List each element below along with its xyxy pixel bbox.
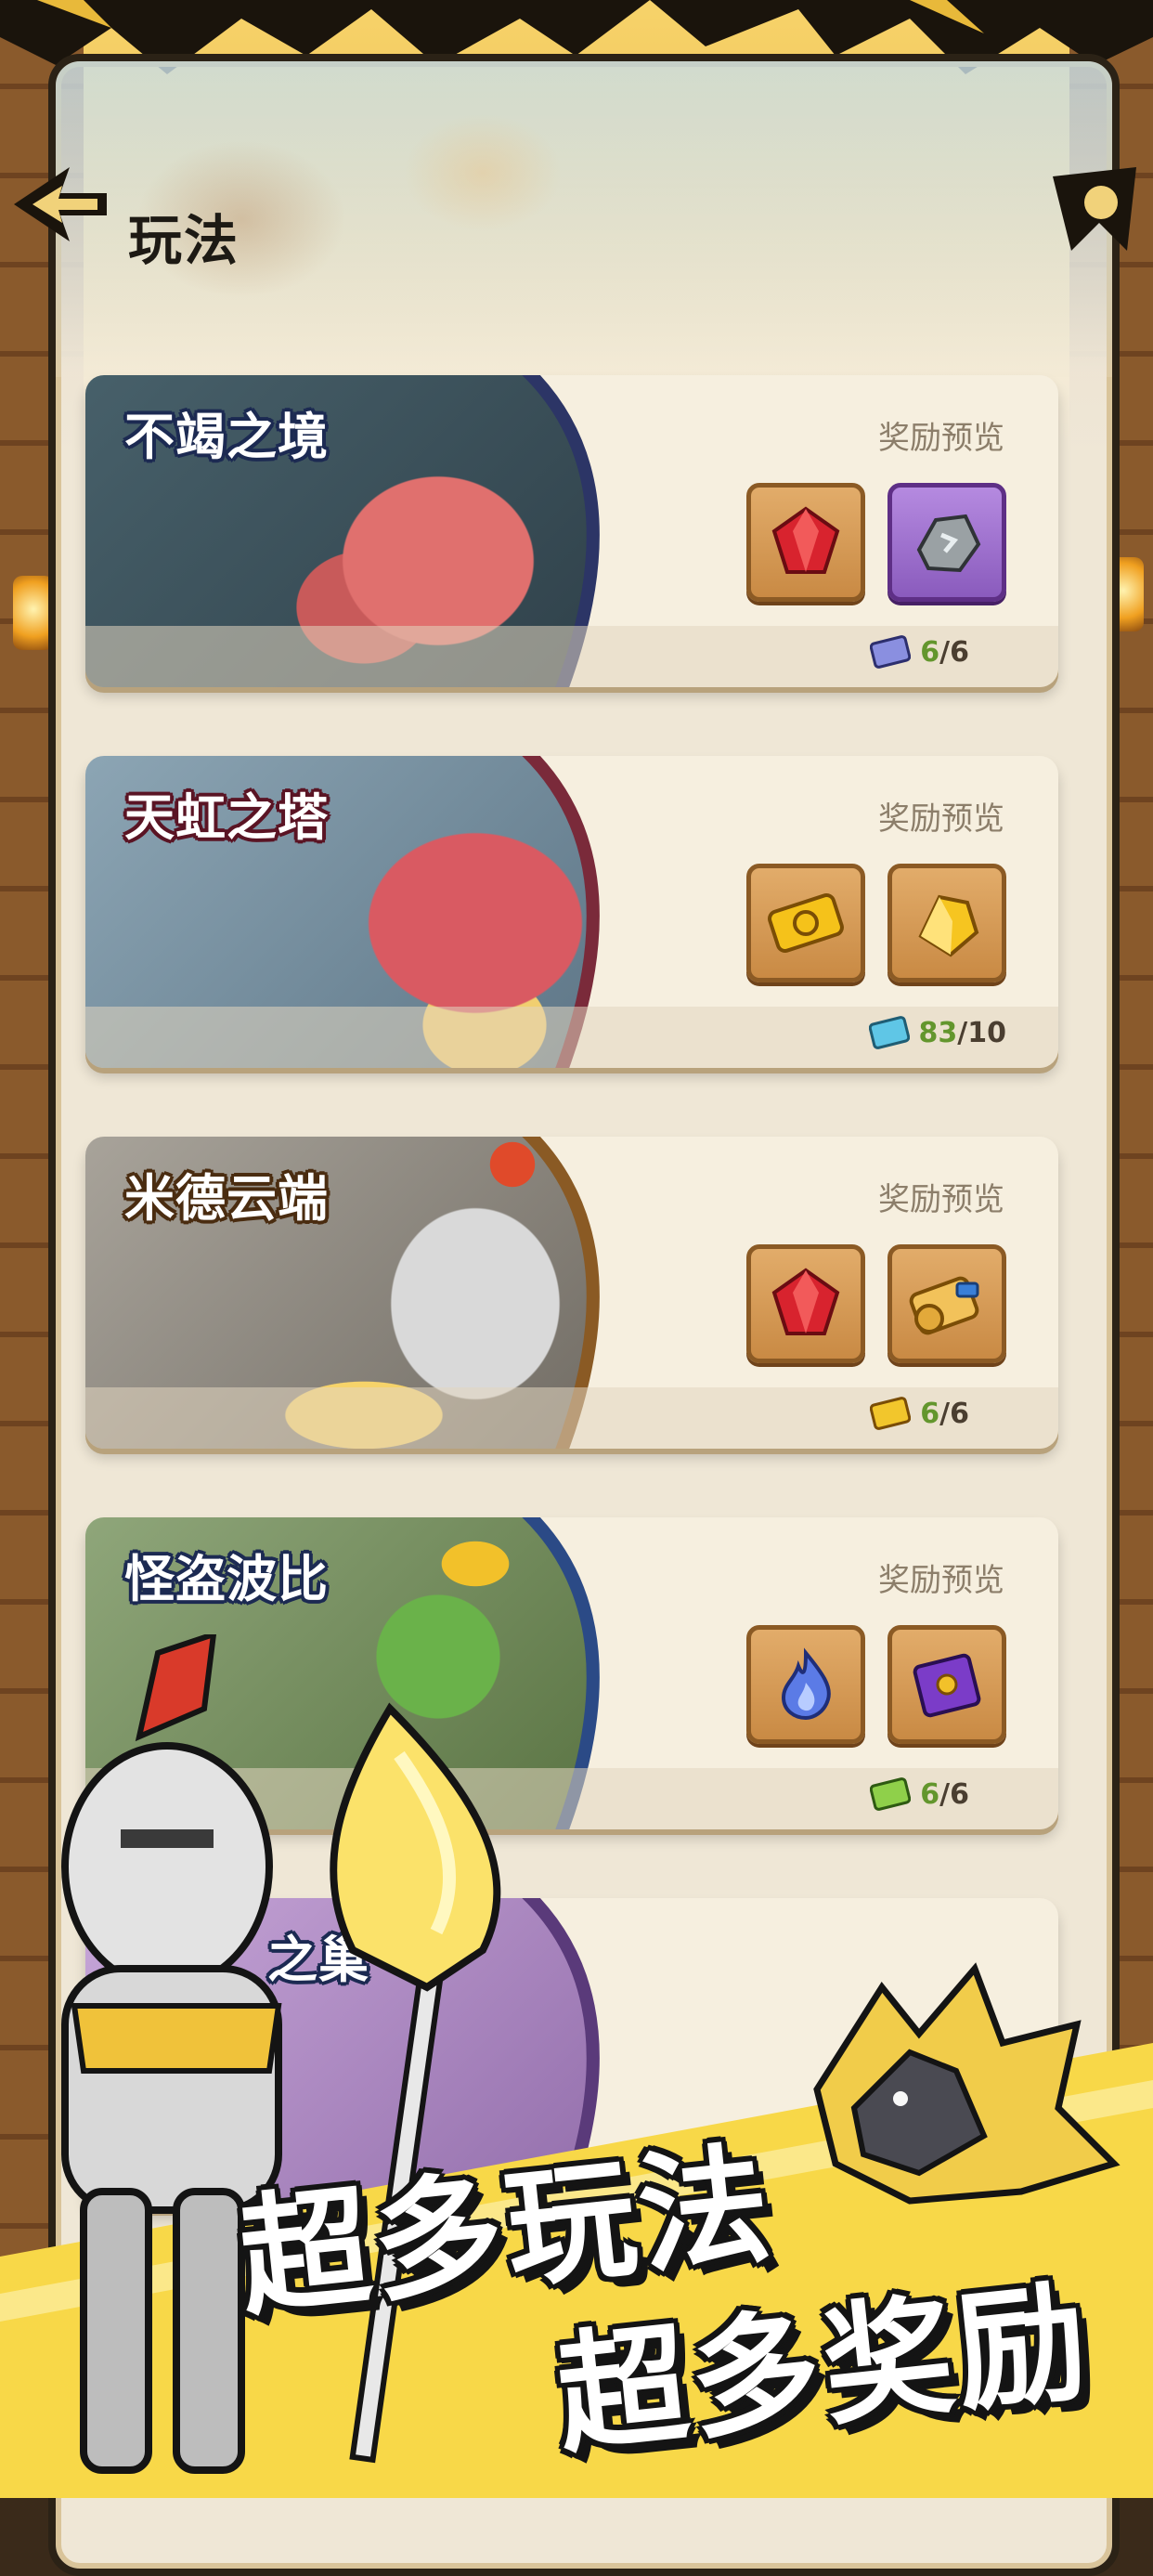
- gold-coupon-icon: [768, 893, 844, 953]
- knight-character-artwork: [61, 1634, 501, 2474]
- scroll-icon: [909, 1276, 979, 1335]
- reward-preview-label: 奖励预览: [878, 1562, 1004, 1599]
- ticket-counter: 6/6: [870, 1397, 969, 1430]
- ticket-max: /6: [939, 1397, 969, 1430]
- gold-ticket-icon: [870, 1397, 912, 1430]
- mode-title: 怪盗波比: [124, 1550, 329, 1608]
- mode-title: 米德云端: [124, 1169, 329, 1228]
- reward-slot[interactable]: [746, 1244, 865, 1363]
- ticket-max: /6: [939, 1777, 969, 1811]
- reward-preview-label: 奖励预览: [878, 420, 1004, 457]
- reward-slot[interactable]: [746, 1625, 865, 1744]
- ticket-counter: 6/6: [870, 635, 969, 669]
- reward-slot[interactable]: [887, 1244, 1006, 1363]
- ticket-current: 6: [920, 635, 940, 669]
- ticket-counter: 83/10: [868, 1016, 1006, 1049]
- reward-preview-label: 奖励预览: [878, 800, 1004, 838]
- red-gem-icon: [771, 1268, 840, 1335]
- mode-title: 不竭之境: [124, 408, 329, 466]
- mode-card[interactable]: 天虹之塔 奖励预览 83/10: [85, 756, 1058, 1068]
- reward-preview-label: 奖励预览: [878, 1181, 1004, 1218]
- mode-card[interactable]: 不竭之境 奖励预览 6/6: [85, 375, 1058, 687]
- mode-card[interactable]: 米德云端 奖励预览 6/6: [85, 1137, 1058, 1449]
- wolf-character-artwork: [813, 1962, 1121, 2205]
- reward-slot[interactable]: [746, 483, 865, 602]
- ticket-current: 6: [920, 1397, 940, 1430]
- ticket-current: 83: [918, 1016, 958, 1049]
- cyan-ticket-icon: [868, 1016, 910, 1049]
- ticket-counter: 6/6: [870, 1777, 969, 1811]
- reward-slot[interactable]: [887, 864, 1006, 982]
- ticket-current: 6: [920, 1777, 940, 1811]
- spellbook-icon: [913, 1653, 981, 1718]
- gold-ore-icon: [918, 894, 979, 957]
- green-ticket-icon: [870, 1777, 912, 1811]
- blue-ticket-icon: [870, 635, 912, 669]
- reward-slot[interactable]: [887, 483, 1006, 602]
- ticket-max: /6: [939, 635, 969, 669]
- close-icon[interactable]: [1043, 158, 1146, 260]
- back-arrow-icon: [14, 167, 107, 241]
- reward-slot[interactable]: [887, 1625, 1006, 1744]
- mode-title: 天虹之塔: [124, 788, 329, 847]
- red-gem-icon: [771, 506, 840, 574]
- ticket-max: /10: [957, 1016, 1006, 1049]
- blue-flame-icon: [781, 1647, 831, 1721]
- grey-ore-icon: [916, 514, 981, 573]
- back-button[interactable]: [0, 153, 121, 255]
- reward-slot[interactable]: [746, 864, 865, 982]
- page-title: 玩法: [128, 209, 240, 272]
